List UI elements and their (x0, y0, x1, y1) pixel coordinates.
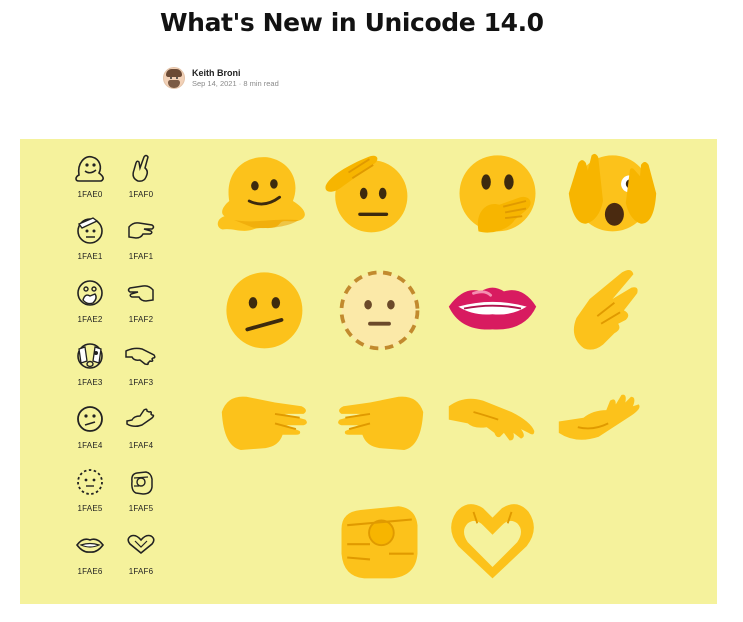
dotted-line-face-outline-icon (77, 469, 103, 495)
codepoint-label: 1FAE4 (77, 441, 103, 450)
codepoint-label: 1FAE6 (77, 567, 103, 576)
codepoint-label: 1FAF1 (128, 252, 154, 261)
glyph-cell: 1FAF6 (113, 528, 169, 576)
byline: Keith Broni Sep 14, 2021 · 8 min read (163, 67, 279, 89)
glyph-cell: 1FAE2 (62, 276, 118, 324)
glyph-cell: 1FAE6 (62, 528, 118, 576)
biting-lip-outline-icon (75, 538, 105, 553)
biting-lip-icon (448, 287, 537, 330)
glyph-cell: 1FAE3 (62, 339, 118, 387)
codepoint-label: 1FAF6 (128, 567, 154, 576)
glyph-cell: 1FAE4 (62, 402, 118, 450)
glyph-cell: 1FAF0 (113, 151, 169, 199)
palm-up-hand-outline-icon (126, 408, 155, 428)
read-time: 8 min read (243, 78, 279, 88)
peeking-eye-outline-icon (77, 343, 103, 369)
meta-separator: · (238, 78, 242, 88)
emoji-image-panel: 1FAE0 1FAE1 1FAE2 1FAE3 1FAE4 1FAE5 1FAE… (20, 139, 717, 604)
article-title: What's New in Unicode 14.0 (160, 8, 544, 37)
publish-info: Sep 14, 2021 · 8 min read (192, 79, 279, 89)
glyph-cell: 1FAF3 (113, 339, 169, 387)
glyph-cell: 1FAF4 (113, 402, 169, 450)
leftwards-hand-icon (338, 396, 424, 450)
diagonal-mouth-outline-icon (77, 406, 103, 432)
palm-down-hand-outline-icon (125, 347, 156, 366)
rightwards-hand-outline-icon (128, 222, 155, 239)
glyph-cell: 1FAF1 (113, 213, 169, 261)
codepoint-label: 1FAE5 (77, 504, 103, 513)
glyph-cell: 1FAE0 (62, 151, 118, 199)
face-with-peeking-eye-icon (568, 153, 657, 232)
palm-up-hand-icon (558, 394, 640, 440)
saluting-face-icon (325, 155, 408, 233)
rightwards-hand-icon (221, 396, 307, 450)
hand-with-index-finger-and-thumb-crossed-icon (573, 269, 638, 350)
hand-over-mouth-outline-icon (77, 280, 103, 306)
crossed-fingers-outline-icon (132, 154, 149, 182)
codepoint-label: 1FAE2 (77, 315, 103, 324)
author-avatar[interactable] (163, 67, 185, 89)
glyph-cell: 1FAE1 (62, 213, 118, 261)
glyph-cell: 1FAF2 (113, 276, 169, 324)
codepoint-label: 1FAF3 (128, 378, 154, 387)
codepoint-label: 1FAF2 (128, 315, 154, 324)
heart-hands-outline-icon (127, 534, 155, 555)
leftwards-hand-outline-icon (127, 285, 154, 302)
glyph-cell: 1FAF5 (113, 465, 169, 513)
melting-face-icon (217, 157, 305, 231)
glyph-cell: 1FAE5 (62, 465, 118, 513)
codepoint-label: 1FAF0 (128, 190, 154, 199)
saluting-face-outline-icon (77, 217, 103, 244)
face-with-diagonal-mouth-icon (226, 272, 303, 349)
codepoint-label: 1FAE0 (77, 190, 103, 199)
face-with-open-eyes-and-hand-over-mouth-icon (459, 155, 536, 233)
codepoint-label: 1FAF4 (128, 441, 154, 450)
publish-date: Sep 14, 2021 (192, 78, 237, 88)
pointing-at-viewer-outline-icon (131, 471, 153, 495)
heart-hands-icon (451, 504, 534, 579)
melting-face-outline-icon (75, 155, 104, 182)
codepoint-label: 1FAE1 (77, 252, 103, 261)
codepoint-label: 1FAF5 (128, 504, 154, 513)
byline-meta: Keith Broni Sep 14, 2021 · 8 min read (192, 68, 279, 89)
codepoint-label: 1FAE3 (77, 378, 103, 387)
index-pointing-at-the-viewer-icon (341, 506, 418, 579)
dotted-line-face-icon (339, 270, 420, 351)
author-name[interactable]: Keith Broni (192, 68, 279, 78)
palm-down-hand-icon (448, 398, 535, 441)
